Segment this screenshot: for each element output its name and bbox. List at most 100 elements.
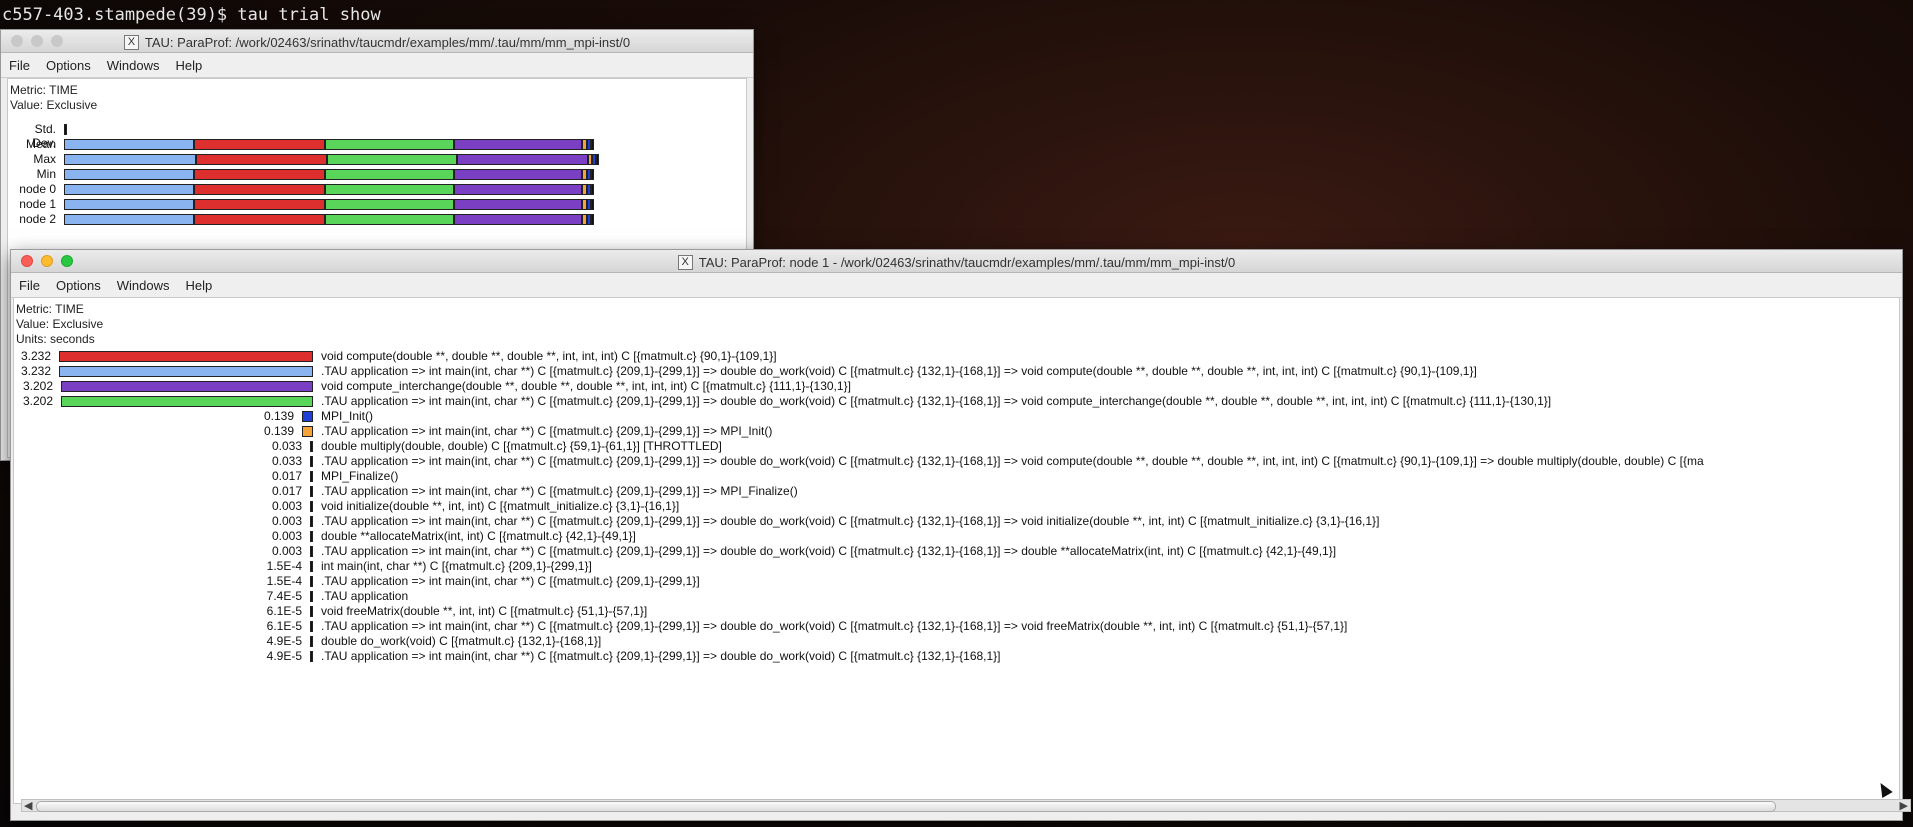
overview-bar-segment[interactable] (195, 154, 328, 165)
function-label[interactable]: double do_work(void) C [{matmult.c} {132… (321, 634, 601, 648)
overview-bar-segment[interactable] (590, 139, 594, 150)
function-label[interactable]: int main(int, char **) C [{matmult.c} {2… (321, 559, 592, 573)
function-label[interactable]: void compute_interchange(double **, doub… (321, 379, 851, 393)
overview-bar-segment[interactable] (453, 169, 583, 180)
overview-bar-segment[interactable] (453, 139, 583, 150)
overview-bar-segment[interactable] (324, 169, 454, 180)
function-label[interactable]: MPI_Finalize() (321, 469, 398, 483)
function-label[interactable]: void compute(double **, double **, doubl… (321, 349, 777, 363)
overview-bar-segment[interactable] (457, 154, 588, 165)
maximize-icon[interactable] (61, 255, 73, 267)
overview-bar-segment[interactable] (64, 139, 195, 150)
scrollbar-thumb[interactable] (36, 801, 1776, 812)
node-metric-label: Metric: TIME (16, 302, 84, 316)
function-bar[interactable] (310, 651, 313, 662)
function-label[interactable]: double multiply(double, double) C [{matm… (321, 439, 722, 453)
function-bar[interactable] (310, 456, 313, 467)
close-icon[interactable] (21, 255, 33, 267)
overview-bar-segment[interactable] (590, 169, 594, 180)
function-value: 0.033 (271, 454, 302, 468)
overview-bar-segment[interactable] (590, 199, 594, 210)
function-bar[interactable] (310, 441, 313, 452)
function-label[interactable]: .TAU application => int main(int, char *… (321, 574, 700, 588)
overview-titlebar[interactable]: X TAU: ParaProf: /work/02463/srinathv/ta… (1, 30, 753, 53)
function-value: 0.017 (271, 469, 302, 483)
function-bar[interactable] (61, 381, 313, 392)
overview-bar-segment[interactable] (194, 169, 325, 180)
overview-bar-segment[interactable] (327, 154, 458, 165)
overview-bar-segment[interactable] (590, 184, 594, 195)
maximize-icon[interactable] (51, 35, 63, 47)
function-bar[interactable] (310, 501, 313, 512)
function-label[interactable]: .TAU application => int main(int, char *… (321, 394, 1551, 408)
menu-file[interactable]: File (1, 58, 38, 73)
menu-options[interactable]: Options (48, 278, 109, 293)
function-bar[interactable] (302, 426, 313, 437)
function-label[interactable]: .TAU application => int main(int, char *… (321, 514, 1379, 528)
function-label[interactable]: .TAU application (321, 589, 408, 603)
overview-bar-segment[interactable] (64, 214, 195, 225)
menu-file[interactable]: File (11, 278, 48, 293)
function-label[interactable]: .TAU application => int main(int, char *… (321, 364, 1477, 378)
overview-bar-segment[interactable] (453, 214, 583, 225)
menu-windows[interactable]: Windows (109, 278, 178, 293)
overview-bar-segment[interactable] (64, 184, 195, 195)
function-label[interactable]: .TAU application => int main(int, char *… (321, 619, 1347, 633)
function-bar[interactable] (310, 561, 313, 572)
function-bar[interactable] (310, 546, 313, 557)
function-label[interactable]: .TAU application => int main(int, char *… (321, 424, 772, 438)
overview-bar-segment[interactable] (194, 214, 325, 225)
function-bar[interactable] (310, 606, 313, 617)
node-titlebar[interactable]: X TAU: ParaProf: node 1 - /work/02463/sr… (11, 250, 1902, 273)
function-label[interactable]: void freeMatrix(double **, int, int) C [… (321, 604, 647, 618)
overview-bar-segment[interactable] (596, 154, 600, 165)
function-bar[interactable] (310, 531, 313, 542)
scroll-left-icon[interactable]: ◀ (24, 799, 32, 812)
overview-bar-segment[interactable] (324, 199, 454, 210)
function-bar[interactable] (310, 471, 313, 482)
overview-bar-segment[interactable] (64, 169, 195, 180)
overview-bar-segment[interactable] (590, 214, 594, 225)
function-bar[interactable] (310, 486, 313, 497)
overview-bar-segment[interactable] (453, 199, 583, 210)
overview-bar-segment[interactable] (194, 139, 325, 150)
function-bar[interactable] (310, 591, 313, 602)
function-bar[interactable] (61, 396, 313, 407)
overview-bar-segment[interactable] (324, 214, 454, 225)
overview-bar-segment[interactable] (64, 199, 195, 210)
overview-stddev-bar[interactable] (64, 124, 67, 135)
function-label[interactable]: .TAU application => int main(int, char *… (321, 484, 798, 498)
function-bar[interactable] (302, 411, 313, 422)
minimize-icon[interactable] (41, 255, 53, 267)
overview-bar-segment[interactable] (64, 154, 196, 165)
function-bar[interactable] (310, 636, 313, 647)
menu-options[interactable]: Options (38, 58, 99, 73)
menu-help[interactable]: Help (168, 58, 211, 73)
scroll-right-icon[interactable]: ▶ (1900, 799, 1908, 812)
overview-bar-segment[interactable] (194, 184, 325, 195)
function-value: 7.4E-5 (266, 589, 302, 603)
node-content: Metric: TIME Value: Exclusive Units: sec… (13, 297, 1900, 804)
function-label[interactable]: void initialize(double **, int, int) C [… (321, 499, 679, 513)
horizontal-scrollbar[interactable]: ◀ ▶ (21, 799, 1911, 812)
minimize-icon[interactable] (31, 35, 43, 47)
overview-row-label: Min (36, 167, 56, 181)
function-bar[interactable] (59, 351, 313, 362)
function-bar[interactable] (59, 366, 313, 377)
menu-help[interactable]: Help (178, 278, 221, 293)
function-label[interactable]: .TAU application => int main(int, char *… (321, 454, 1704, 468)
function-bar[interactable] (310, 516, 313, 527)
overview-bar-segment[interactable] (324, 184, 454, 195)
overview-bar-segment[interactable] (324, 139, 454, 150)
overview-value-label: Value: Exclusive (10, 98, 98, 112)
function-label[interactable]: MPI_Init() (321, 409, 373, 423)
menu-windows[interactable]: Windows (99, 58, 168, 73)
function-label[interactable]: double **allocateMatrix(int, int) C [{ma… (321, 529, 636, 543)
function-bar[interactable] (310, 576, 313, 587)
function-label[interactable]: .TAU application => int main(int, char *… (321, 649, 1001, 663)
function-bar[interactable] (310, 621, 313, 632)
overview-bar-segment[interactable] (194, 199, 325, 210)
close-icon[interactable] (11, 35, 23, 47)
overview-bar-segment[interactable] (453, 184, 583, 195)
function-label[interactable]: .TAU application => int main(int, char *… (321, 544, 1336, 558)
